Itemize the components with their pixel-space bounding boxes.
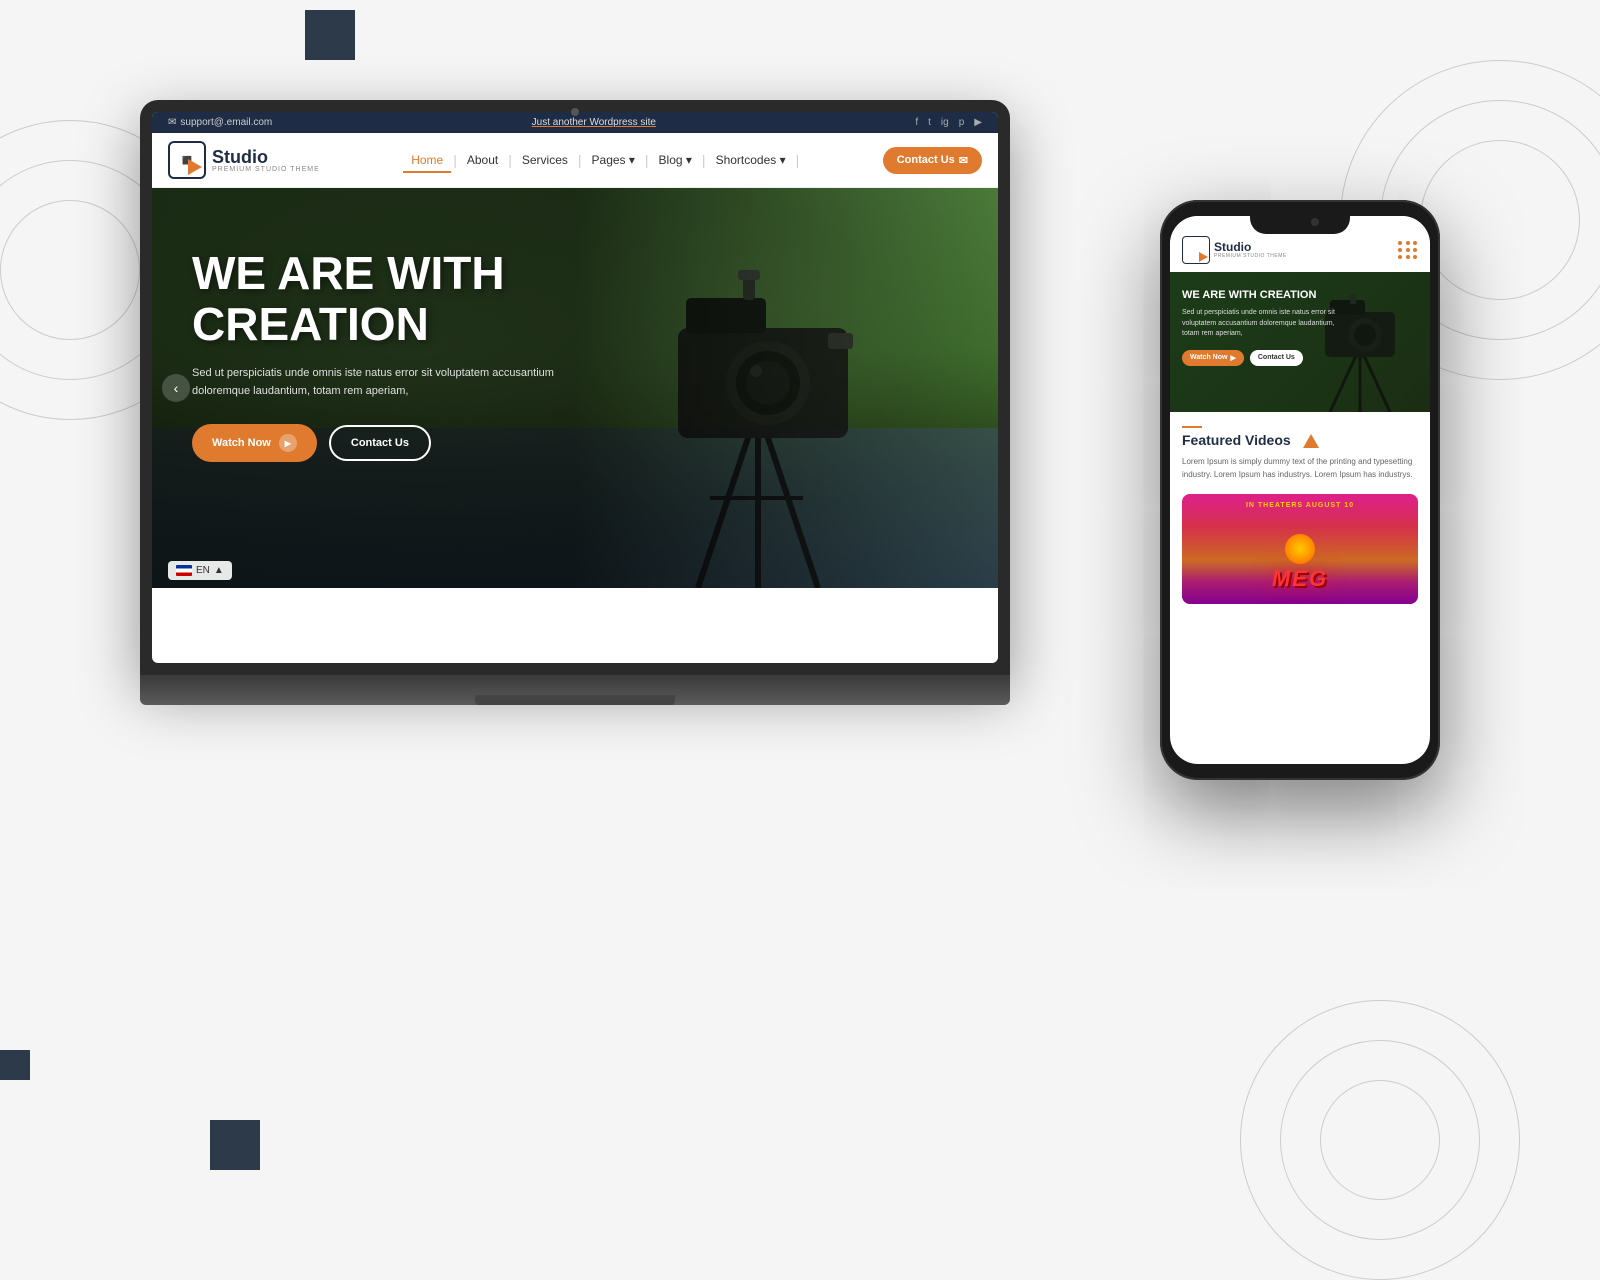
movie-label: IN THEATERS AUGUST 10 bbox=[1182, 502, 1418, 509]
phone-camera bbox=[1311, 218, 1319, 226]
flag-icon bbox=[176, 565, 192, 576]
phone-contact-us-button[interactable]: Contact Us bbox=[1250, 350, 1303, 366]
nav-sep-6: | bbox=[796, 152, 800, 168]
nav-pages[interactable]: Pages ▾ bbox=[584, 149, 643, 171]
nav-sep-2: | bbox=[508, 152, 512, 168]
hero-section: WE ARE WITH CREATION Sed ut perspiciatis… bbox=[152, 188, 998, 588]
movie-title: MEG bbox=[1182, 566, 1418, 592]
contact-us-button[interactable]: Contact Us bbox=[329, 425, 431, 461]
nav-sep-4: | bbox=[645, 152, 649, 168]
nav-about[interactable]: About bbox=[459, 149, 506, 171]
featured-accent-line bbox=[1182, 426, 1202, 428]
phone-hero: WE ARE WITH CREATION Sed ut perspiciatis… bbox=[1170, 272, 1430, 412]
nav-links: Home | About | Services | Pages ▾ | Blog… bbox=[403, 149, 799, 171]
decorative-square-4 bbox=[0, 1050, 30, 1080]
phone-body: Studio PREMIUM STUDIO THEME bbox=[1160, 200, 1440, 780]
nav-sep-1: | bbox=[453, 152, 457, 168]
twitter-icon[interactable]: t bbox=[928, 117, 931, 128]
nav-shortcodes[interactable]: Shortcodes ▾ bbox=[708, 149, 794, 171]
movie-card[interactable]: IN THEATERS AUGUST 10 MEG bbox=[1182, 494, 1418, 604]
hero-title: WE ARE WITH CREATION bbox=[192, 248, 612, 349]
phone-play-icon: ▶ bbox=[1230, 354, 1235, 362]
circle-decoration-9 bbox=[1320, 1080, 1440, 1200]
circle-decoration-7 bbox=[1240, 1000, 1520, 1280]
phone-hero-buttons: Watch Now ▶ Contact Us bbox=[1182, 350, 1342, 366]
phone-featured-section: Featured Videos Lorem Ipsum is simply du… bbox=[1170, 412, 1430, 618]
nav-home[interactable]: Home bbox=[403, 149, 451, 171]
phone-menu-dots[interactable] bbox=[1398, 241, 1418, 259]
decorative-square-1 bbox=[305, 10, 355, 60]
hero-prev-button[interactable]: ‹ bbox=[162, 374, 190, 402]
topbar-email: ✉ support@.email.com bbox=[168, 117, 272, 128]
featured-title: Featured Videos bbox=[1182, 432, 1418, 448]
circle-decoration-6 bbox=[1420, 140, 1580, 300]
pinterest-icon[interactable]: p bbox=[959, 117, 965, 128]
phone-logo-play bbox=[1199, 252, 1208, 262]
youtube-icon[interactable]: ▶ bbox=[974, 117, 982, 128]
email-icon: ✉ bbox=[168, 117, 176, 128]
circle-decoration-3 bbox=[0, 200, 140, 340]
logo-text: Studio PREMIUM STUDIO THEME bbox=[212, 148, 320, 173]
phone-device: Studio PREMIUM STUDIO THEME bbox=[1160, 200, 1440, 780]
watch-now-button[interactable]: Watch Now ▶ bbox=[192, 424, 317, 462]
phone-logo: Studio PREMIUM STUDIO THEME bbox=[1182, 236, 1287, 264]
hero-content: WE ARE WITH CREATION Sed ut perspiciatis… bbox=[192, 248, 612, 462]
nav-contact-button[interactable]: Contact Us ✉ bbox=[883, 147, 982, 174]
phone-logo-text: Studio PREMIUM STUDIO THEME bbox=[1214, 241, 1287, 259]
nav-sep-5: | bbox=[702, 152, 706, 168]
chevron-up-icon: ▲ bbox=[214, 565, 224, 576]
movie-sun bbox=[1285, 534, 1315, 564]
topbar-tagline: Just another Wordpress site bbox=[532, 117, 656, 128]
logo-icon bbox=[168, 141, 206, 179]
decorative-square-2 bbox=[210, 1120, 260, 1170]
phone-hero-title: WE ARE WITH CREATION bbox=[1182, 288, 1342, 302]
laptop-camera bbox=[571, 108, 579, 116]
facebook-icon[interactable]: f bbox=[915, 117, 918, 128]
featured-description: Lorem Ipsum is simply dummy text of the … bbox=[1182, 456, 1418, 482]
phone-watch-now-button[interactable]: Watch Now ▶ bbox=[1182, 350, 1244, 366]
nav-services[interactable]: Services bbox=[514, 149, 576, 171]
phone-notch bbox=[1250, 210, 1350, 234]
play-circle-icon: ▶ bbox=[279, 434, 297, 452]
featured-icon bbox=[1303, 434, 1319, 448]
contact-icon: ✉ bbox=[959, 154, 968, 167]
topbar-social-icons: f t ig p ▶ bbox=[915, 117, 982, 128]
laptop-body: ✉ support@.email.com Just another Wordpr… bbox=[140, 100, 1010, 675]
hero-description: Sed ut perspiciatis unde omnis iste natu… bbox=[192, 365, 572, 400]
laptop-device: ✉ support@.email.com Just another Wordpr… bbox=[140, 100, 1010, 720]
phone-hero-desc: Sed ut perspiciatis unde omnis iste natu… bbox=[1182, 308, 1342, 340]
circle-decoration-8 bbox=[1280, 1040, 1480, 1240]
hero-buttons: Watch Now ▶ Contact Us bbox=[192, 424, 612, 462]
instagram-icon[interactable]: ig bbox=[941, 117, 949, 128]
phone-screen: Studio PREMIUM STUDIO THEME bbox=[1170, 216, 1430, 764]
nav-blog[interactable]: Blog ▾ bbox=[651, 149, 700, 171]
phone-hero-content: WE ARE WITH CREATION Sed ut perspiciatis… bbox=[1182, 288, 1342, 366]
site-navigation: Studio PREMIUM STUDIO THEME Home | About… bbox=[152, 133, 998, 188]
language-selector[interactable]: EN ▲ bbox=[168, 561, 232, 580]
phone-logo-icon bbox=[1182, 236, 1210, 264]
nav-sep-3: | bbox=[578, 152, 582, 168]
site-logo: Studio PREMIUM STUDIO THEME bbox=[168, 141, 320, 179]
laptop-base bbox=[140, 675, 1010, 705]
laptop-screen: ✉ support@.email.com Just another Wordpr… bbox=[152, 112, 998, 663]
logo-play-icon bbox=[188, 159, 202, 175]
